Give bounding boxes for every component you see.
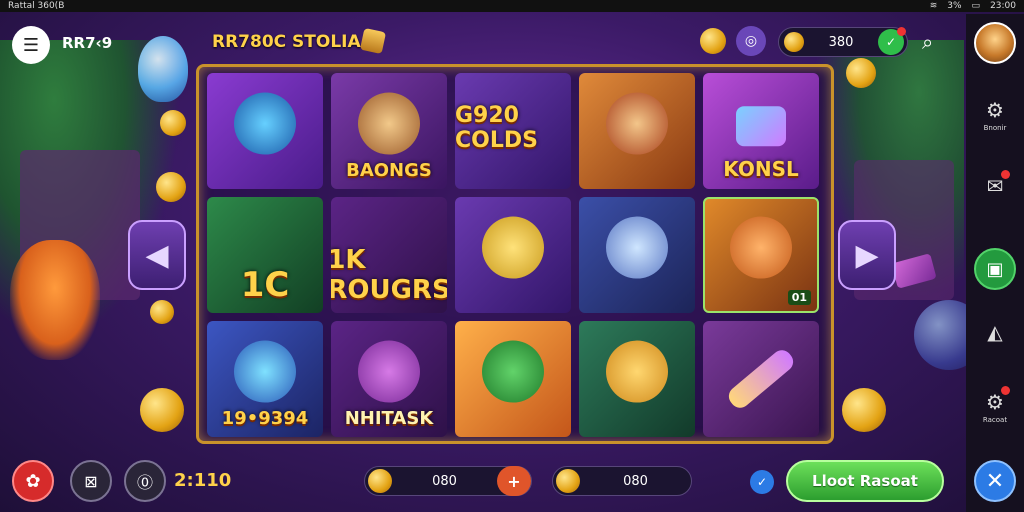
symbol-tile[interactable]: BAONGS — [331, 73, 447, 189]
warrior-face-icon — [358, 92, 420, 155]
settings-label-2: Racoat — [982, 416, 1008, 424]
spin-button[interactable]: Lloot Rasoat — [786, 460, 944, 502]
mail-icon: ✉ — [986, 174, 1004, 198]
coin-deco — [842, 388, 886, 432]
trophy-item[interactable]: ◭ — [966, 320, 1024, 344]
symbol-tile[interactable]: KONSL — [703, 73, 819, 189]
green-dragon-icon — [482, 340, 544, 403]
verified-shield-icon: ✓ — [750, 470, 774, 494]
symbol-label: 1K ROUGRS — [331, 245, 447, 305]
coin-deco — [846, 58, 876, 88]
balance-value: 380 — [828, 34, 854, 50]
coin-deco — [160, 110, 186, 136]
gear-icon: ⚙ — [986, 390, 1004, 414]
symbol-tile[interactable] — [579, 73, 695, 189]
symbol-tile[interactable] — [579, 321, 695, 437]
bet-plus-button[interactable]: + — [497, 466, 531, 496]
reel-board: 1C 19•9394 BAONGS 1K ROUGRS NHITASK G920… — [196, 64, 834, 444]
blue-dragon-icon — [234, 92, 296, 155]
bottom-bar: ✿ ⊠ ⓪ 2:110 080 + 080 ✓ Lloot Rasoat — [0, 450, 966, 512]
info-button[interactable]: ⓪ — [124, 460, 166, 502]
coin-deco — [156, 172, 186, 202]
sorceress-face-icon — [358, 340, 420, 403]
magic-wand-icon — [724, 346, 798, 412]
clock: 23:00 — [990, 1, 1016, 11]
coin-value: 080 — [623, 473, 648, 489]
king-face-icon — [606, 92, 668, 155]
symbol-tile[interactable]: 01 — [703, 197, 819, 313]
symbol-label: G920 COLDS — [455, 103, 538, 153]
golden-cat-icon — [482, 216, 544, 279]
symbol-tile[interactable]: G920 COLDS — [455, 73, 571, 189]
add-funds-button[interactable]: ✓ — [878, 27, 906, 55]
win-amount: 2:110 — [174, 470, 232, 491]
symbol-tile[interactable]: 1K ROUGRS — [331, 197, 447, 313]
mail-badge — [1001, 170, 1010, 179]
status-left-text: Rattal 360(B — [8, 1, 65, 11]
treasure-icon — [359, 27, 387, 55]
symbol-label: 19•9394 — [221, 408, 309, 429]
close-icon[interactable]: ✕ — [974, 460, 1016, 502]
mascot-creature — [10, 240, 100, 360]
symbol-tile[interactable]: NHITASK — [331, 321, 447, 437]
gear-icon: ⚙ — [986, 98, 1004, 122]
symbol-tile[interactable]: 19•9394 — [207, 321, 323, 437]
chat-icon[interactable]: ◎ — [736, 26, 766, 56]
settings-item[interactable]: ⚙ Bnonir — [966, 98, 1024, 132]
close-panel-button[interactable]: ⊠ — [70, 460, 112, 502]
coin-icon — [556, 469, 580, 493]
gallery-button[interactable]: ▣ — [974, 248, 1016, 290]
right-sidebar: ⚙ Bnonir ✉ ▣ ◭ ⚙ Racoat — [966, 14, 1024, 512]
coin-selector[interactable]: 080 — [552, 466, 692, 496]
shield-coin-icon — [368, 469, 392, 493]
battery-text: 3% — [947, 1, 962, 11]
symbol-label: 1C — [240, 265, 290, 305]
balance-pill[interactable]: 380 ✓ — [778, 27, 908, 57]
coin-deco — [150, 300, 174, 324]
symbol-tile[interactable]: 1C — [207, 197, 323, 313]
symbol-label: NHITASK — [344, 408, 434, 429]
multiplier-badge: 01 — [787, 290, 811, 305]
settings-badge — [1001, 386, 1010, 395]
brand-label: RR7‹9 — [62, 34, 113, 52]
diamond-icon — [736, 106, 786, 147]
wifi-icon: ≋ — [929, 1, 938, 11]
mountain-icon: ◭ — [987, 320, 1003, 344]
settings-label: Bnonir — [983, 124, 1007, 132]
battery-icon: ▭ — [971, 1, 981, 11]
coin-deco — [140, 388, 184, 432]
spin-settings-button[interactable]: ✿ — [12, 460, 54, 502]
bet-selector[interactable]: 080 + — [364, 466, 532, 496]
symbol-tile[interactable] — [455, 197, 571, 313]
coin-icon[interactable] — [700, 28, 726, 54]
notification-dot — [897, 27, 906, 36]
settings-item-2[interactable]: ⚙ Racoat — [966, 386, 1024, 424]
bet-value: 080 — [432, 473, 457, 489]
balance-coin-icon — [784, 32, 804, 52]
mail-item[interactable]: ✉ — [966, 170, 1024, 198]
system-status-bar: Rattal 360(B ≋ 3% ▭ 23:00 — [0, 0, 1024, 12]
game-title: RR780C STOLIA — [212, 32, 361, 52]
lion-cat-icon — [606, 340, 668, 403]
symbol-tile[interactable] — [207, 73, 323, 189]
wolf-warrior-icon — [606, 216, 668, 279]
symbol-tile[interactable] — [703, 321, 819, 437]
prev-arrow-button[interactable]: ◀ — [128, 220, 186, 290]
avatar[interactable] — [974, 22, 1016, 64]
fox-icon — [730, 216, 792, 279]
menu-icon[interactable]: ☰ — [12, 26, 50, 64]
symbol-tile[interactable] — [579, 197, 695, 313]
symbol-label: KONSL — [723, 157, 799, 181]
symbol-label: BAONGS — [346, 160, 432, 181]
search-icon[interactable]: ⌕ — [922, 30, 933, 54]
symbol-tile[interactable] — [455, 321, 571, 437]
next-arrow-button[interactable]: ▶ — [838, 220, 896, 290]
crystal-gem-icon — [234, 340, 296, 403]
